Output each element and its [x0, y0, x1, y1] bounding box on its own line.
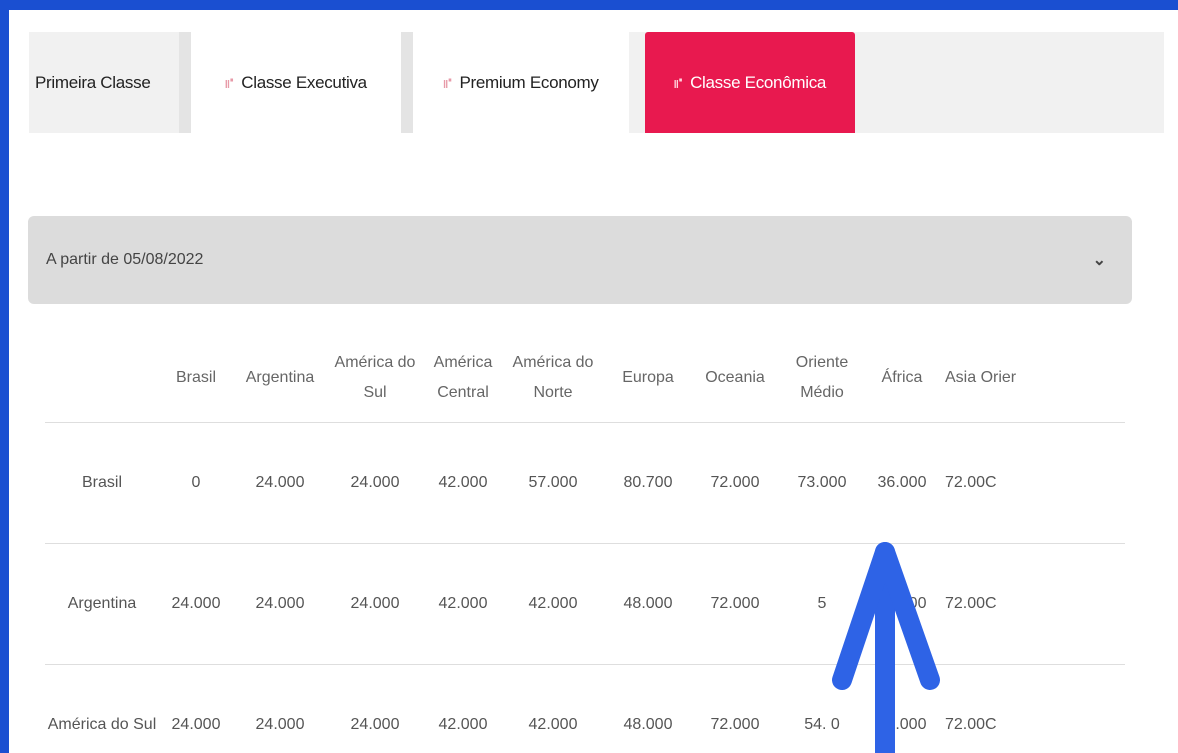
table-cell: 48.000 — [623, 595, 673, 612]
chevron-down-icon[interactable]: ⌄ — [1093, 250, 1106, 270]
tab-classe-economica[interactable]: ⑈ Classe Econômica — [645, 32, 855, 133]
tab-divider — [179, 32, 191, 133]
table-cell: 24.000 — [255, 474, 305, 491]
miles-table: Brasil Argentina América do Sul América … — [45, 334, 1125, 753]
row-label: América do Sul — [47, 716, 157, 733]
table-cell: 42.000 — [438, 595, 488, 612]
table-cell: 73.000 — [797, 474, 847, 491]
table-cell: 42.000 — [528, 716, 578, 733]
header-cell: América do Sul — [334, 354, 416, 401]
header-cell: Europa — [622, 369, 674, 386]
header-cell: América Central — [433, 354, 493, 401]
arrow-up-icon — [832, 542, 940, 753]
tab-divider — [401, 32, 413, 133]
table-row: Argentina 24.000 24.000 24.000 42.000 42… — [45, 544, 1125, 665]
fare-table-panel: Primeira Classe ⑈ Classe Executiva ⑈ Pre… — [9, 10, 1178, 753]
tab-label: Classe Executiva — [241, 72, 367, 92]
tab-premium-economy[interactable]: ⑈ Premium Economy — [413, 32, 629, 133]
table-cell: 24.000 — [350, 716, 400, 733]
header-cell: Asia Orier — [945, 369, 1017, 386]
table-cell: 24.000 — [255, 595, 305, 612]
header-cell: África — [881, 369, 923, 386]
tab-primeira-classe[interactable]: Primeira Classe — [29, 32, 179, 133]
table-cell: 48.000 — [623, 716, 673, 733]
seat-icon: ⑈ — [443, 74, 452, 91]
table-cell: 24.000 — [350, 474, 400, 491]
cabin-class-tabs: Primeira Classe ⑈ Classe Executiva ⑈ Pre… — [29, 32, 1164, 133]
table-cell: 24.000 — [171, 595, 221, 612]
table-cell: 72.000 — [710, 474, 760, 491]
header-cell: Oriente Médio — [795, 354, 849, 401]
table-cell: 72.000 — [710, 595, 760, 612]
table-cell: 72.00C — [945, 716, 997, 733]
seat-icon: ⑈ — [225, 74, 234, 91]
table-cell: 36.000 — [877, 474, 927, 491]
table-cell: 80.700 — [623, 474, 673, 491]
table-cell: 57.000 — [528, 474, 578, 491]
tab-label: Primeira Classe — [35, 72, 151, 92]
table-header-row: Brasil Argentina América do Sul América … — [45, 334, 1125, 423]
table-cell: 72.000 — [710, 716, 760, 733]
table-cell: 72.00C — [945, 474, 997, 491]
tab-label: Classe Econômica — [690, 72, 827, 92]
table-cell: 0 — [191, 474, 201, 491]
table-cell: 42.000 — [438, 716, 488, 733]
accordion-label: A partir de 05/08/2022 — [46, 251, 204, 268]
table-cell: 24.000 — [350, 595, 400, 612]
table-cell: 72.00C — [945, 595, 997, 612]
header-cell: Brasil — [175, 369, 216, 386]
header-cell: Oceania — [705, 369, 765, 386]
table-cell: 42.000 — [438, 474, 488, 491]
table-cell: 24.000 — [255, 716, 305, 733]
tab-label: Premium Economy — [459, 72, 599, 92]
header-cell: Argentina — [245, 369, 315, 386]
seat-icon: ⑈ — [673, 74, 683, 91]
row-label: Brasil — [81, 474, 122, 491]
table-cell: 42.000 — [528, 595, 578, 612]
tab-classe-executiva[interactable]: ⑈ Classe Executiva — [191, 32, 401, 133]
table-row: América do Sul 24.000 24.000 24.000 42.0… — [45, 665, 1125, 753]
header-cell: América do Norte — [512, 354, 594, 401]
table-row: Brasil 0 24.000 24.000 42.000 57.000 80.… — [45, 423, 1125, 544]
table-cell: 24.000 — [171, 716, 221, 733]
date-accordion[interactable]: A partir de 05/08/2022 ⌄ — [28, 216, 1132, 304]
row-label: Argentina — [67, 595, 137, 612]
